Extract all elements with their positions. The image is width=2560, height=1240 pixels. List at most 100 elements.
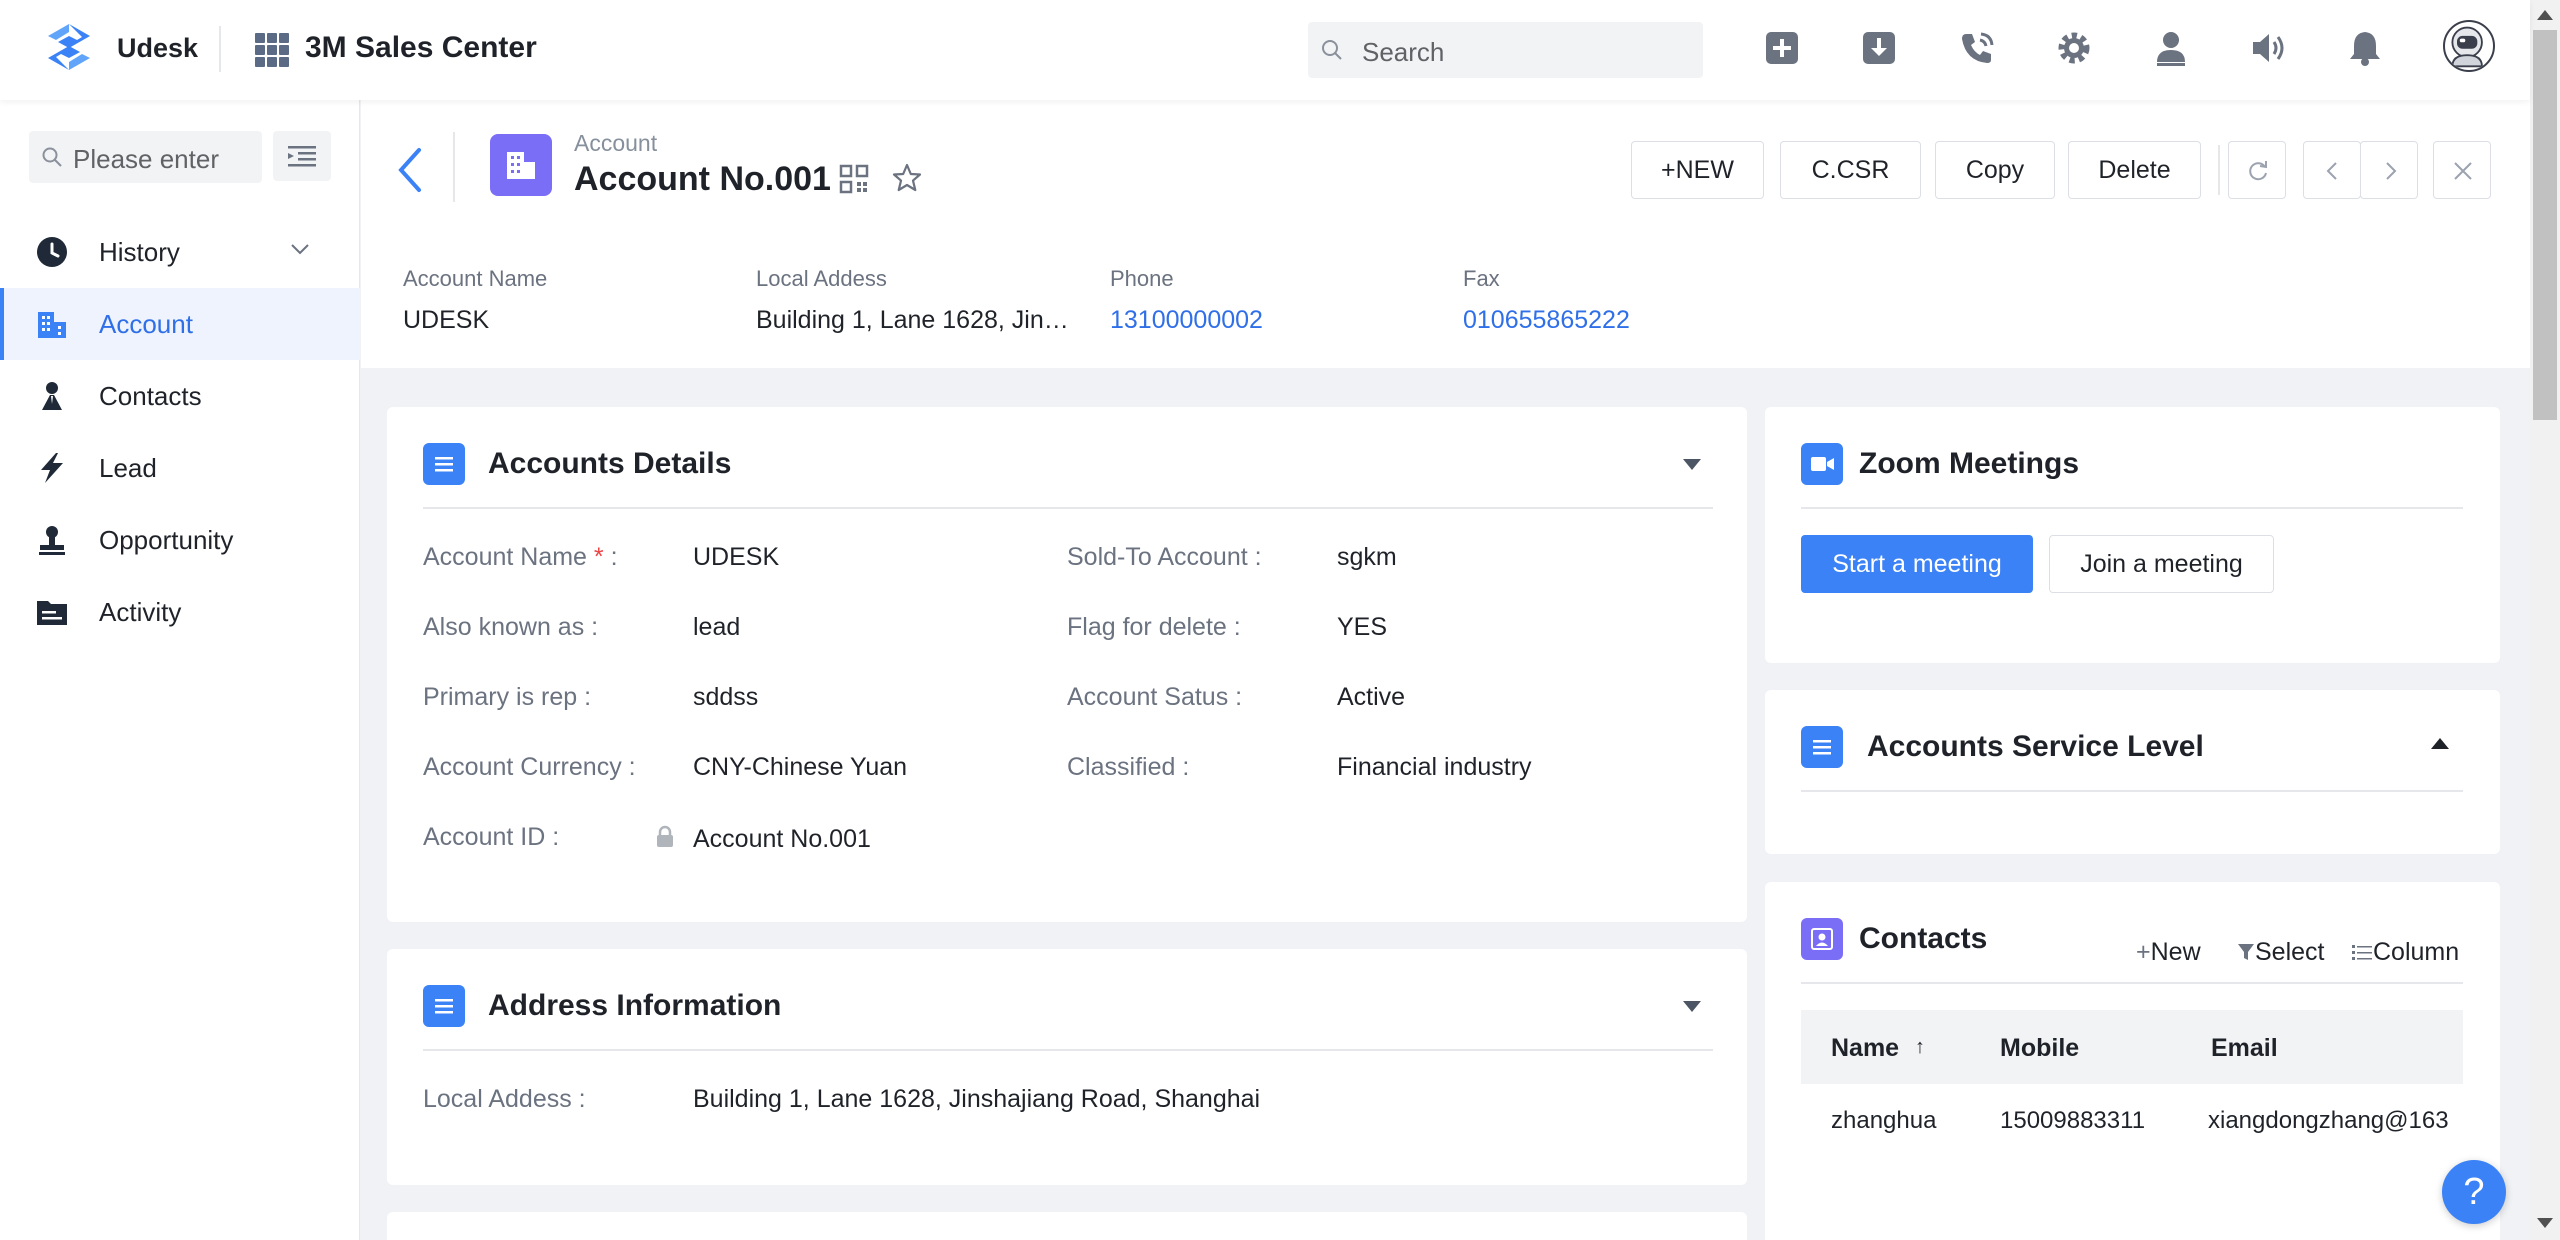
scroll-down-arrow-icon[interactable]: [2537, 1218, 2553, 1228]
collapse-caret-icon[interactable]: [1683, 1001, 1701, 1012]
sidebar-item-contacts[interactable]: Contacts: [0, 360, 360, 432]
previous-record-button[interactable]: [2303, 141, 2361, 199]
folder-icon: [37, 601, 67, 625]
address-information-card: Address Information Local Addess : Build…: [387, 949, 1747, 1185]
start-meeting-button[interactable]: Start a meeting: [1801, 535, 2033, 593]
field-value: UDESK: [403, 306, 490, 334]
field-value: Active: [1337, 683, 1406, 711]
field-label: Also known as :: [423, 613, 599, 641]
chevron-down-icon: [291, 244, 309, 255]
select-contact-action[interactable]: Select: [2237, 938, 2324, 967]
avatar[interactable]: [2443, 20, 2495, 72]
menu-fold-icon: [288, 146, 316, 167]
refresh-button[interactable]: [2228, 141, 2286, 199]
field-value: CNY-Chinese Yuan: [693, 753, 908, 781]
column-settings-action[interactable]: Column: [2351, 938, 2459, 967]
qr-code-icon[interactable]: [839, 164, 869, 194]
accounts-details-card: Accounts Details Account Name * : UDESK …: [387, 407, 1747, 922]
user-icon[interactable]: [2151, 28, 2191, 68]
next-record-button[interactable]: [2360, 141, 2418, 199]
star-icon[interactable]: [891, 162, 923, 194]
column-header-mobile[interactable]: Mobile: [2000, 1034, 2079, 1063]
ccsr-button[interactable]: C.CSR: [1780, 141, 1921, 199]
select-contact-label: Select: [2255, 938, 2325, 966]
sort-ascending-icon[interactable]: ↑: [1915, 1036, 1925, 1059]
section-divider: [1801, 507, 2463, 509]
join-meeting-button[interactable]: Join a meeting: [2049, 535, 2274, 593]
sidebar-item-opportunity[interactable]: Opportunity: [0, 504, 360, 576]
contact-card-icon: [1801, 918, 1843, 960]
scroll-up-arrow-icon[interactable]: [2537, 10, 2553, 20]
app-grid-icon[interactable]: [254, 32, 290, 68]
new-contact-action[interactable]: +New: [2136, 938, 2201, 967]
collapse-caret-icon[interactable]: [1683, 459, 1701, 470]
brand-name: Udesk: [117, 33, 199, 63]
help-button[interactable]: ?: [2442, 1160, 2506, 1224]
bell-icon[interactable]: [2345, 28, 2385, 68]
close-button[interactable]: [2433, 141, 2491, 199]
sidebar-item-activity[interactable]: Activity: [0, 576, 360, 648]
field-value: Account No.001: [693, 825, 871, 853]
search-placeholder: Search: [1362, 37, 1445, 67]
contacts-table-header: Name ↑ Mobile Email: [1801, 1010, 2463, 1084]
field-label: Account Satus :: [1067, 683, 1243, 711]
service-level-card: Accounts Service Level: [1765, 690, 2500, 854]
field-label: Sold-To Account :: [1067, 543, 1262, 571]
refresh-icon: [2249, 161, 2267, 181]
sidebar-item-label: Lead: [99, 453, 157, 483]
section-divider: [423, 507, 1713, 509]
expand-caret-icon[interactable]: [2431, 738, 2449, 749]
topbar-divider: [219, 26, 221, 72]
column-header-name[interactable]: Name: [1831, 1034, 1899, 1063]
person-icon: [42, 382, 62, 410]
download-icon[interactable]: [1859, 28, 1899, 68]
gear-icon[interactable]: [2054, 28, 2094, 68]
copy-button[interactable]: Copy: [1935, 141, 2055, 199]
speaker-icon[interactable]: [2248, 28, 2288, 68]
field-value: UDESK: [693, 543, 780, 571]
section-title: Contacts: [1859, 922, 1988, 955]
account-object-icon: [490, 134, 552, 196]
clock-icon: [37, 237, 67, 267]
contacts-card: Contacts +New Select Column Name ↑ Mobil…: [1765, 882, 2500, 1240]
contact-name-cell[interactable]: zhanghua: [1831, 1107, 1936, 1135]
add-icon[interactable]: [1762, 28, 1802, 68]
field-value: YES: [1337, 613, 1388, 641]
sidebar-search-input[interactable]: Please enter: [29, 131, 262, 183]
field-label: Account Currency :: [423, 753, 636, 781]
close-icon: [2454, 162, 2472, 180]
section-divider: [1801, 982, 2463, 984]
global-search-input[interactable]: Search: [1308, 22, 1703, 78]
field-label: Account Name * :: [423, 543, 618, 571]
sidebar-item-label: Activity: [99, 597, 182, 627]
collapse-sidebar-button[interactable]: [273, 131, 331, 181]
new-button[interactable]: +NEW: [1631, 141, 1764, 199]
field-label: Local Addess :: [423, 1085, 586, 1113]
sidebar-item-label: Opportunity: [99, 525, 234, 555]
back-arrow-icon[interactable]: [393, 144, 429, 196]
list-icon: [423, 443, 465, 485]
scrollbar-thumb[interactable]: [2533, 30, 2557, 420]
field-value: Building 1, Lane 1628, Jinshajiang Road,…: [693, 1085, 1261, 1113]
lock-icon: [657, 825, 673, 847]
section-title: Accounts Service Level: [1867, 730, 2204, 763]
header-button-divider: [2218, 145, 2220, 195]
list-icon: [1801, 726, 1843, 768]
sidebar-item-lead[interactable]: Lead: [0, 432, 360, 504]
phone-icon[interactable]: [1957, 28, 1997, 68]
page: Udesk 3M Sales Center Search Please ente…: [0, 0, 2560, 1240]
field-label: Local Addess: [756, 266, 887, 291]
section-title: Zoom Meetings: [1859, 447, 2080, 480]
sidebar-item-account[interactable]: Account: [0, 288, 360, 360]
contact-mobile-cell: 15009883311: [2000, 1107, 2146, 1134]
plus-icon: +: [2136, 938, 2151, 966]
fax-link[interactable]: 010655865222: [1463, 306, 1793, 335]
column-settings-label: Column: [2373, 938, 2460, 966]
filter-icon: [2238, 944, 2254, 960]
phone-link[interactable]: 13100000002: [1110, 306, 1440, 335]
column-header-email[interactable]: Email: [2211, 1034, 2278, 1063]
object-type-label: Account: [574, 130, 658, 156]
sidebar-search-placeholder: Please enter: [73, 144, 219, 174]
sidebar-item-history[interactable]: History: [0, 216, 360, 288]
delete-button[interactable]: Delete: [2068, 141, 2201, 199]
